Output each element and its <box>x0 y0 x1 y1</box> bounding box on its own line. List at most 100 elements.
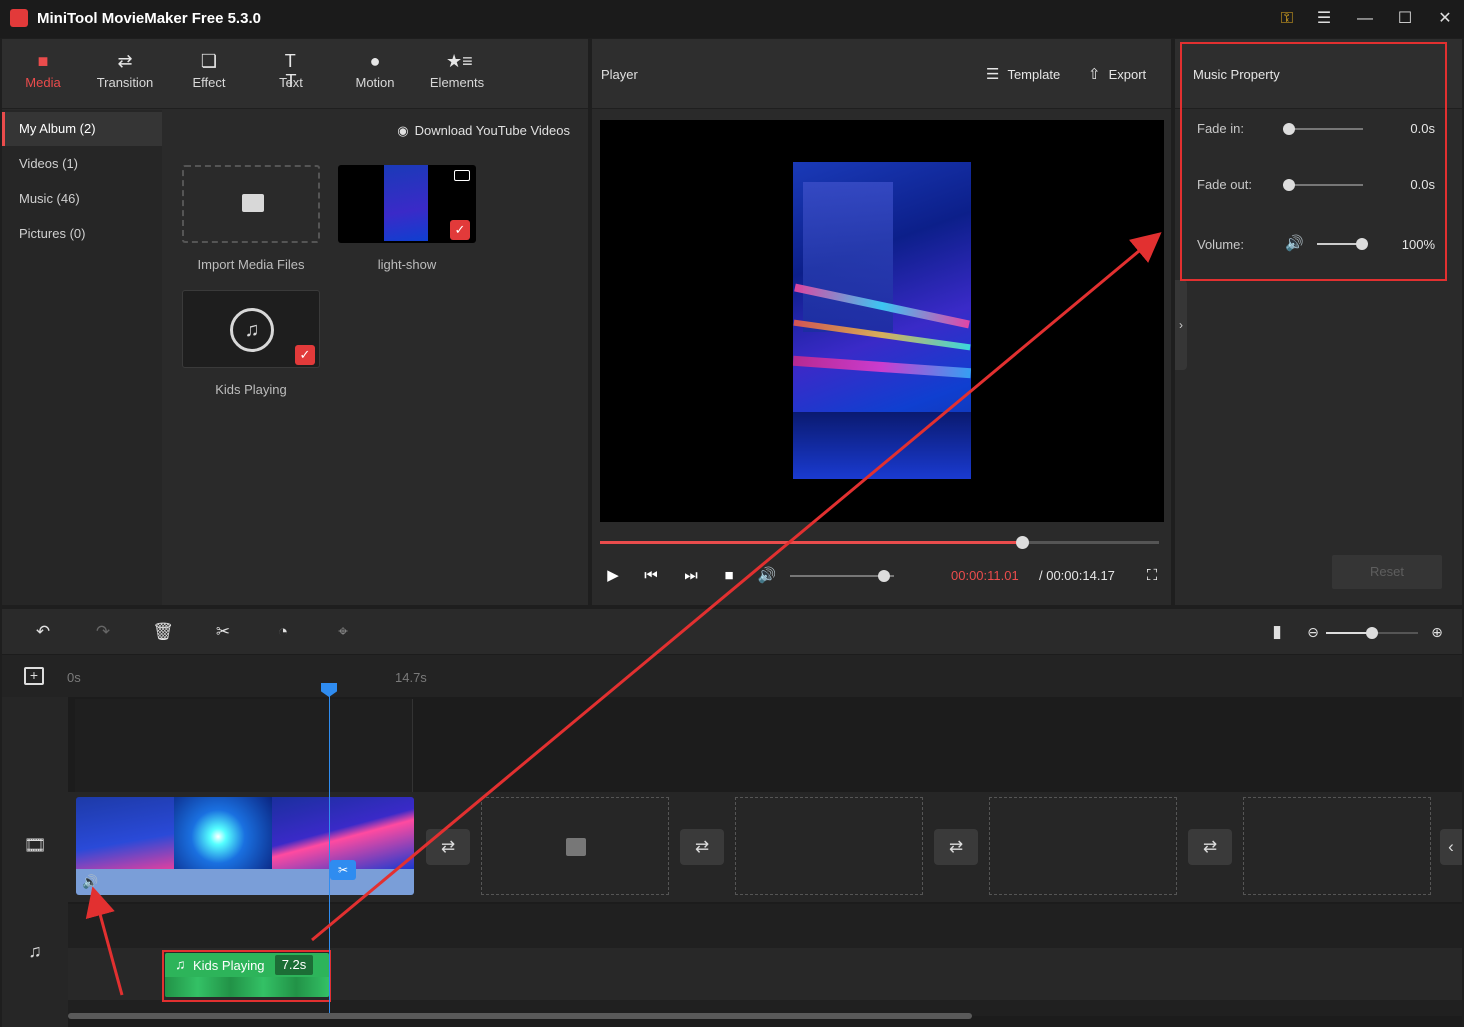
total-time: / 00:00:14.17 <box>1039 568 1115 583</box>
clip-frame <box>76 797 174 869</box>
volume-icon[interactable]: 🔊 <box>756 566 778 586</box>
empty-clip-slot[interactable] <box>989 797 1177 895</box>
check-icon[interactable]: ✓ <box>295 345 315 365</box>
media-panel: ■ Media ⇄ Transition ❏ Effect T T Text ●… <box>2 39 588 605</box>
tab-elements[interactable]: ★≡ Elements <box>417 39 497 109</box>
crop-icon[interactable]: ⌖ <box>331 621 355 643</box>
video-frame <box>793 162 971 479</box>
maximize-button[interactable]: ☐ <box>1392 8 1418 30</box>
annotation-highlight-box <box>162 950 331 1002</box>
progress-fill <box>600 541 1023 544</box>
player-header: Player ☰ Template ⇧ Export <box>592 39 1171 109</box>
top-tabs: ■ Media ⇄ Transition ❏ Effect T T Text ●… <box>2 39 588 109</box>
progress-knob[interactable] <box>1016 536 1030 549</box>
delete-icon[interactable]: 🗑 <box>151 621 175 643</box>
fullscreen-icon[interactable]: ⛶ <box>1141 566 1163 586</box>
music-track-icon: ♫ <box>28 941 42 961</box>
minimize-button[interactable]: — <box>1352 8 1378 30</box>
tab-motion[interactable]: ● Motion <box>335 39 415 109</box>
playhead[interactable] <box>329 688 330 1013</box>
empty-clip-slot[interactable] <box>735 797 923 895</box>
panel-collapse-handle[interactable]: › <box>1175 280 1187 370</box>
zoom-slider[interactable] <box>1326 627 1418 639</box>
zoom-out-icon[interactable]: ⊖ <box>1301 621 1325 643</box>
key-icon[interactable]: ⚿ <box>1274 8 1300 30</box>
transition-slot-button[interactable]: ⇄ <box>426 829 470 865</box>
add-track-icon[interactable]: + <box>24 667 44 685</box>
volume-slider[interactable] <box>790 570 894 582</box>
transition-slot-button[interactable]: ‹ <box>1440 829 1462 865</box>
tab-label: Motion <box>355 75 395 90</box>
redo-icon[interactable]: ↷ <box>91 621 115 643</box>
next-frame-button[interactable]: ⏭ <box>680 566 702 586</box>
volume-knob[interactable] <box>877 570 890 582</box>
zoom-knob[interactable] <box>1366 627 1378 639</box>
track-headers: 🎞 ♫ <box>2 697 68 1027</box>
import-media-button[interactable] <box>182 165 320 243</box>
zoom-in-icon[interactable]: ⊕ <box>1425 621 1449 643</box>
media-area: ◉ Download YouTube Videos Import Media Fi… <box>162 110 588 605</box>
template-button[interactable]: ☰ Template <box>986 65 1060 83</box>
transition-icon: ⇄ <box>117 51 133 71</box>
transition-slot-button[interactable]: ⇄ <box>1188 829 1232 865</box>
export-button[interactable]: ⇧ Export <box>1088 65 1146 83</box>
video-track-icon: 🎞 <box>23 835 47 855</box>
nav-videos[interactable]: Videos (1) <box>2 147 162 181</box>
video-preview[interactable] <box>600 120 1164 522</box>
stop-button[interactable]: ■ <box>718 566 740 586</box>
transition-slot-button[interactable]: ⇄ <box>680 829 724 865</box>
app-title: MiniTool MovieMaker Free 5.3.0 <box>37 10 261 27</box>
layers-icon: ☰ <box>986 66 1000 83</box>
timeline-ruler[interactable]: + 0s 14.7s <box>2 655 1462 697</box>
undo-icon[interactable]: ↶ <box>31 621 55 643</box>
ruler-start: 0s <box>67 670 81 685</box>
menu-icon[interactable]: ☰ <box>1311 8 1337 30</box>
download-label: Download YouTube Videos <box>414 123 570 138</box>
video-clip-light-show[interactable]: 🔊 <box>76 797 414 895</box>
speed-icon[interactable]: ◔ <box>271 621 295 643</box>
nav-music[interactable]: Music (46) <box>2 182 162 216</box>
video-camera-icon <box>454 170 470 181</box>
import-media-label: Import Media Files <box>197 257 305 272</box>
tab-label: Text <box>279 75 303 90</box>
music-note-icon: ♫ <box>230 308 274 352</box>
text-icon: T T <box>284 51 298 91</box>
video-track: 🔊 ✂ ⇄ ⇄ ⇄ ⇄ ‹ <box>68 792 1462 902</box>
overlay-track-area[interactable] <box>75 699 413 792</box>
tab-effect[interactable]: ❏ Effect <box>169 39 249 109</box>
playback-progress[interactable] <box>600 536 1159 549</box>
app-logo-icon <box>10 9 28 27</box>
check-icon[interactable]: ✓ <box>450 220 470 240</box>
media-label-kids-playing: Kids Playing <box>215 382 287 397</box>
nav-my-album[interactable]: My Album (2) <box>2 112 162 146</box>
video-thumbnail <box>384 165 428 241</box>
split-icon[interactable]: ✂ <box>211 621 235 643</box>
transition-slot-button[interactable]: ⇄ <box>934 829 978 865</box>
folder-icon <box>242 194 264 212</box>
timeline-scrollbar[interactable] <box>68 1013 972 1019</box>
title-bar: MiniTool MovieMaker Free 5.3.0 ⚿ ☰ — ☐ ✕ <box>0 0 1464 38</box>
tab-media[interactable]: ■ Media <box>3 39 83 109</box>
export-label: Export <box>1108 67 1147 82</box>
tab-label: Elements <box>429 75 485 90</box>
download-youtube-button[interactable]: ◉ Download YouTube Videos <box>397 123 570 139</box>
clip-volume-icon[interactable]: 🔊 <box>82 874 98 890</box>
media-item-kids-playing[interactable]: ♫ ✓ <box>182 290 320 368</box>
reset-button[interactable]: Reset <box>1332 555 1442 589</box>
close-button[interactable]: ✕ <box>1432 8 1458 30</box>
play-button[interactable]: ▶ <box>602 566 624 586</box>
empty-clip-slot[interactable] <box>481 797 669 895</box>
empty-clip-slot[interactable] <box>1243 797 1431 895</box>
current-time: 00:00:11.01 <box>951 568 1019 583</box>
previous-frame-button[interactable]: ⏮ <box>640 566 662 586</box>
media-item-light-show[interactable]: ✓ <box>338 165 476 243</box>
tab-label: Effect <box>192 75 226 90</box>
fit-timeline-icon[interactable]: ▮ <box>1265 621 1289 643</box>
nav-pictures[interactable]: Pictures (0) <box>2 217 162 251</box>
tab-transition[interactable]: ⇄ Transition <box>85 39 165 109</box>
tab-text[interactable]: T T Text <box>251 39 331 109</box>
clip-audio-waveform <box>76 869 414 895</box>
tab-label: Transition <box>96 75 154 90</box>
split-marker-icon[interactable]: ✂ <box>330 860 356 880</box>
light-streak <box>793 355 971 379</box>
